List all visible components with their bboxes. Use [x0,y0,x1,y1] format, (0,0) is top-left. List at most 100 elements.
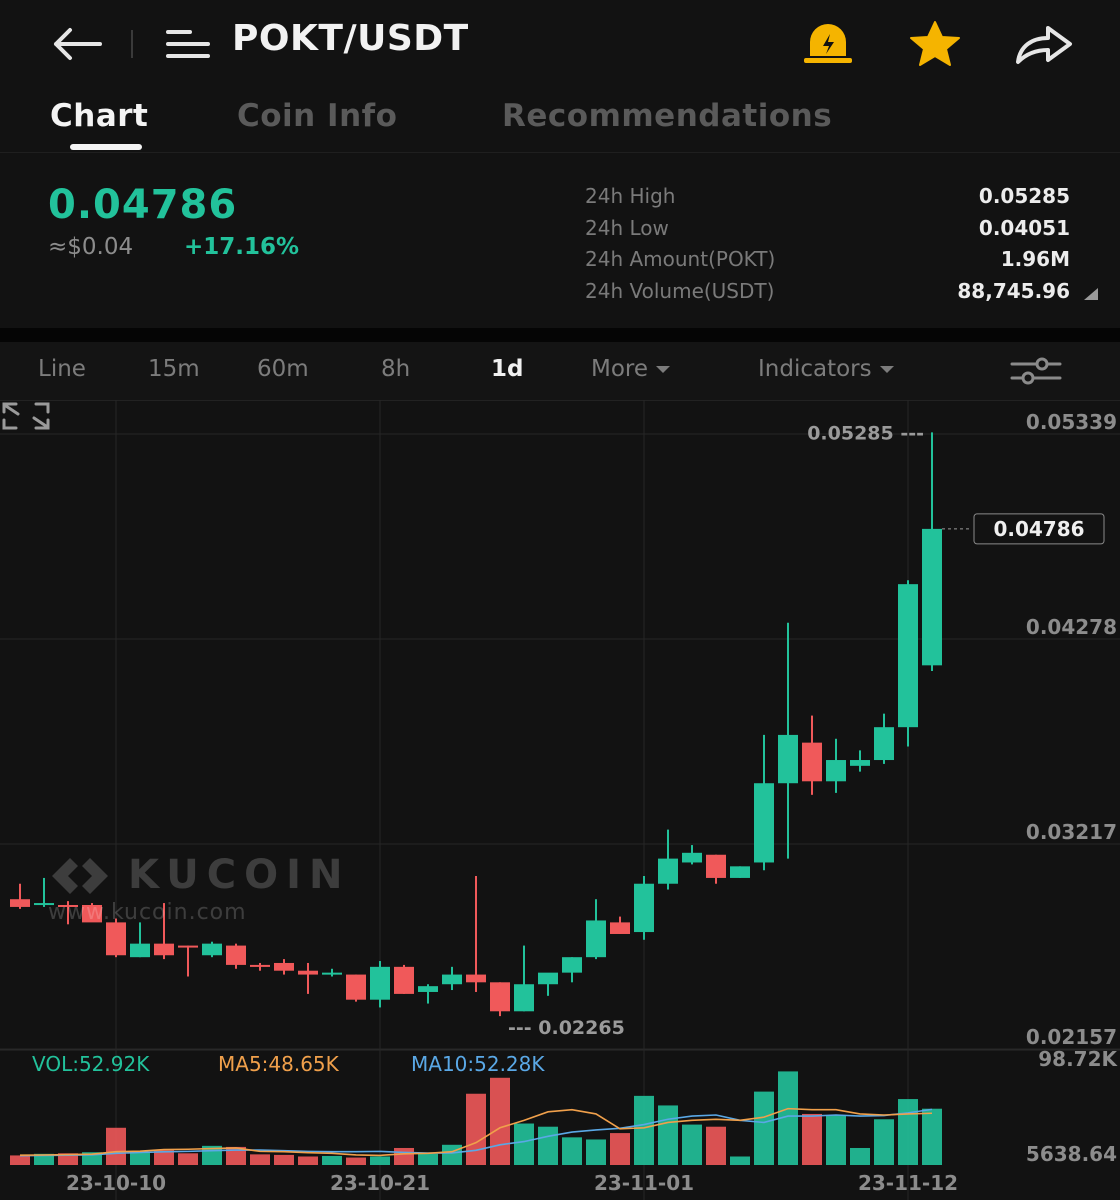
candlestick-chart[interactable]: 0.05285 --- --- 0.02265 0.04786 0.05339 0.04… [0,400,1120,1200]
candle-body [826,760,846,782]
date-axis-label: 23-11-12 [858,1171,958,1195]
candle-body [442,974,462,985]
chart-canvas[interactable]: 0.05285 --- --- 0.02265 0.04786 0.05339 0.04… [0,400,1120,1200]
date-axis-label: 23-10-10 [66,1171,166,1195]
menu-icon[interactable] [164,28,212,60]
stat-label-24h-low: 24h Low [585,216,669,240]
volume-bar [826,1115,846,1165]
candle-body [514,984,534,1012]
timeframe-15m[interactable]: 15m [148,356,200,382]
timeframe-bar: Line 15m 60m 8h 1d More Indicators [0,342,1120,401]
timeframe-8h[interactable]: 8h [381,356,410,382]
volume-legend: VOL:52.92K [32,1052,150,1076]
date-axis-label: 23-10-21 [330,1171,430,1195]
timeframe-label: Line [38,356,86,382]
tab-chart[interactable]: Chart [50,98,148,134]
candle-body [898,584,918,728]
current-price-label: 0.04786 [993,517,1084,541]
candle-body [154,943,174,956]
volume-bar [658,1105,678,1165]
candle-body [346,974,366,1000]
more-dropdown[interactable]: More [591,356,671,382]
active-tab-indicator [70,144,142,150]
kucoin-logo-icon [52,858,108,894]
timeframe-label: 60m [257,356,309,382]
candle-body [130,943,150,958]
candle-body [466,974,486,983]
timeframe-label: 1d [491,356,524,382]
stat-label-24h-amount: 24h Amount(POKT) [585,247,776,271]
candle-body [250,964,270,967]
volume-bar [634,1095,654,1165]
volume-axis-label: 5638.64 [1026,1142,1117,1166]
indicators-dropdown[interactable]: Indicators [758,356,894,382]
candle-body [754,783,774,863]
high-price-marker: 0.05285 --- [807,422,924,444]
tab-recommendations[interactable]: Recommendations [502,98,832,134]
star-icon[interactable] [906,20,964,68]
last-price: 0.04786 [48,182,238,228]
volume-bar [130,1151,150,1165]
candle-body [730,866,750,878]
fiat-price: ≈$0.04 [48,234,134,260]
candle-body [10,899,30,907]
ticker-summary: 0.04786 ≈$0.04 +17.16% 24h High 0.05285 … [0,160,1120,328]
kucoin-watermark: KUCOIN www.kucoin.com [48,852,351,925]
volume-bar [586,1139,606,1165]
candle-body [274,962,294,971]
volume-bar [874,1119,894,1165]
volume-bar [418,1153,438,1165]
low-price-marker: --- 0.02265 [508,1017,625,1039]
trading-pair-title[interactable]: POKT/USDT [232,18,469,59]
timeframe-line[interactable]: Line [38,356,86,382]
volume-bar [322,1155,342,1165]
candle-body [658,858,678,884]
stat-value-24h-amount: 1.96M [1000,247,1070,271]
candle-body [394,966,414,994]
candle-body [322,972,342,975]
volume-bar [538,1126,558,1165]
section-divider [0,328,1120,342]
volume-bar [850,1147,870,1165]
timeframe-label: 8h [381,356,411,382]
expand-corner-icon[interactable] [1084,288,1098,300]
candle-body [778,734,798,784]
candle-body [850,760,870,766]
candle-body [226,945,246,965]
volume-bar [370,1156,390,1165]
tab-coin-info[interactable]: Coin Info [237,98,397,134]
candle-body [586,920,606,958]
back-arrow-icon[interactable] [48,24,108,64]
volume-bar [754,1091,774,1165]
chart-settings-icon[interactable] [1008,356,1064,386]
timeframe-60m[interactable]: 60m [257,356,309,382]
volume-bar [610,1133,630,1165]
volume-bar [706,1126,726,1165]
candle-body [922,528,942,666]
candle-body [178,945,198,948]
price-change-percent: +17.16% [184,234,300,260]
volume-bar [466,1093,486,1165]
watermark-url: www.kucoin.com [48,900,247,925]
volume-bar [442,1144,462,1165]
volume-bar [10,1155,30,1165]
volume-bar [178,1153,198,1165]
stat-label-24h-high: 24h High [585,184,676,208]
indicators-label: Indicators [758,356,872,382]
volume-bar [802,1113,822,1165]
volume-bar [682,1124,702,1165]
timeframe-1d[interactable]: 1d [491,356,523,382]
chevron-down-icon [656,366,671,373]
volume-bar [250,1154,270,1165]
share-icon[interactable] [1012,22,1074,66]
volume-axis-label: 98.72K [1038,1047,1118,1071]
fullscreen-icon[interactable] [0,400,52,432]
candle-body [106,922,126,956]
stat-value-24h-low: 0.04051 [978,216,1070,240]
volume-bar [922,1108,942,1165]
ma5-legend: MA5:48.65K [218,1052,339,1076]
candle-body [490,982,510,1012]
volume-bar [562,1137,582,1165]
alarm-icon[interactable] [802,22,854,66]
candle-body [370,966,390,1000]
